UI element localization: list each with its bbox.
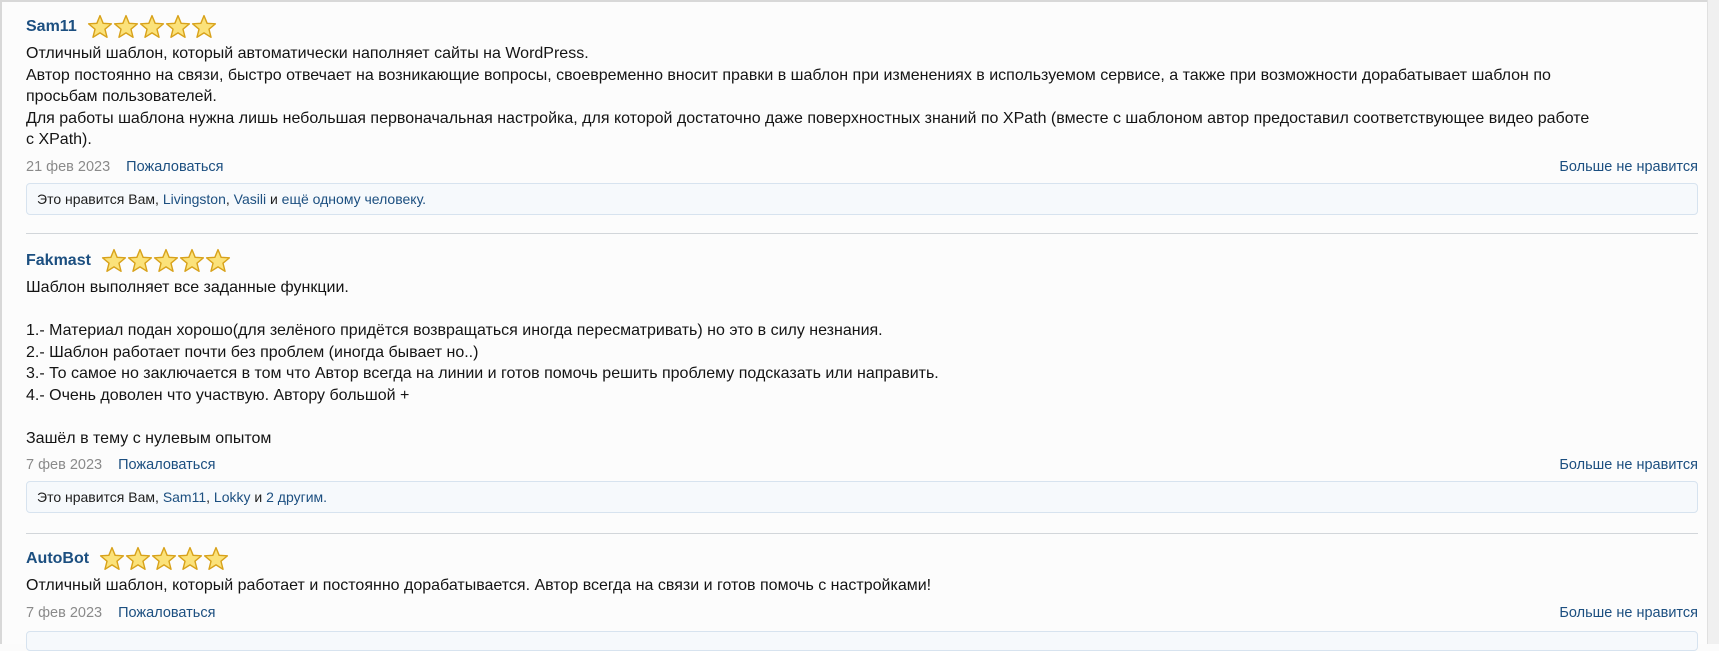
unlike-link[interactable]: Больше не нравится: [1559, 454, 1698, 476]
review-header: Fakmast: [26, 248, 1698, 274]
review-item: Fakmast Шаблон выполняет все заданные фу…: [26, 248, 1698, 513]
rating-stars: [87, 14, 217, 40]
review-line: 4.- Очень доволен что участвую. Автору б…: [26, 386, 410, 404]
review-text: Отличный шаблон, который работает и пост…: [26, 575, 1698, 597]
review-item: AutoBot Отличный шаблон, который работае…: [26, 546, 1698, 624]
liker-link[interactable]: Lokky: [214, 489, 251, 505]
review-item: Sam11 Отличный шаблон, который автоматич…: [26, 14, 1698, 215]
review-line: с XPath).: [26, 131, 92, 148]
review-meta: 21 фев 2023 Пожаловаться Больше не нрави…: [26, 156, 1698, 178]
author-link[interactable]: AutoBot: [26, 549, 89, 569]
review-divider: [26, 233, 1698, 234]
review-header: AutoBot: [26, 546, 1698, 572]
liker-link[interactable]: Vasili: [234, 191, 266, 207]
review-date: 7 фев 2023: [26, 457, 103, 473]
star-icon: [165, 14, 190, 38]
likes-others-link[interactable]: ещё одному человеку.: [282, 191, 426, 207]
review-line: Отличный шаблон, который автоматически н…: [26, 45, 589, 62]
review-line: Зашёл в тему с нулевым опытом: [26, 429, 272, 447]
rating-stars: [101, 248, 231, 274]
likes-prefix: Это нравится Вам,: [37, 489, 159, 505]
review-meta: 7 фев 2023 Пожаловаться Больше не нравит…: [26, 602, 1698, 624]
review-line: просьбам пользователей.: [26, 88, 217, 105]
review-date: 7 фев 2023: [26, 604, 103, 621]
review-line: [26, 299, 1698, 321]
unlike-link[interactable]: Больше не нравится: [1559, 602, 1698, 624]
star-icon: [100, 546, 125, 570]
review-line: Отличный шаблон, который работает и пост…: [26, 577, 932, 594]
review-line: [26, 406, 1698, 428]
likes-bar: [26, 631, 1698, 651]
star-icon: [139, 14, 164, 38]
star-icon: [126, 546, 151, 570]
rating-stars: [99, 546, 229, 572]
review-header: Sam11: [26, 14, 1698, 40]
author-link[interactable]: Fakmast: [26, 251, 91, 271]
unlike-link[interactable]: Больше не нравится: [1559, 156, 1698, 178]
review-date: 21 фев 2023: [26, 158, 111, 175]
author-link[interactable]: Sam11: [26, 17, 77, 37]
liker-link[interactable]: Livingston: [163, 191, 226, 207]
scrollbar-track[interactable]: [1707, 0, 1719, 644]
review-text: Отличный шаблон, который автоматически н…: [26, 43, 1698, 151]
review-line: Автор постоянно на связи, быстро отвечае…: [26, 66, 1551, 84]
star-icon: [101, 248, 127, 272]
review-text: Шаблон выполняет все заданные функции. 1…: [26, 277, 1698, 449]
likes-bar: Это нравится Вам, Sam11, Lokky и 2 други…: [26, 481, 1698, 513]
review-line: 2.- Шаблон работает почти без проблем (и…: [26, 343, 479, 361]
report-link[interactable]: Пожаловаться: [118, 457, 215, 473]
star-icon: [87, 14, 112, 38]
review-divider: [26, 533, 1698, 534]
review-meta: 7 фев 2023 Пожаловаться Больше не нравит…: [26, 454, 1698, 476]
star-icon: [113, 14, 138, 38]
likes-connector: и: [254, 489, 263, 505]
star-icon: [178, 546, 203, 570]
likes-others-link[interactable]: 2 другим.: [266, 489, 327, 505]
liker-link[interactable]: Sam11: [163, 489, 206, 505]
star-icon: [204, 546, 229, 570]
review-line: Для работы шаблона нужна лишь небольшая …: [26, 109, 1590, 127]
likes-bar: Это нравится Вам, Livingston, Vasili и е…: [26, 182, 1698, 215]
review-line: Шаблон выполняет все заданные функции.: [26, 279, 349, 296]
review-line: 3.- То самое но заключается в том что Ав…: [26, 365, 939, 382]
report-link[interactable]: Пожаловаться: [126, 159, 223, 175]
star-icon: [127, 248, 153, 272]
star-icon: [153, 248, 179, 272]
review-line: 1.- Материал подан хорошо(для зелёного п…: [26, 322, 883, 339]
star-icon: [152, 546, 177, 570]
star-icon: [179, 248, 205, 272]
star-icon: [191, 14, 216, 38]
likes-prefix: Это нравится Вам,: [37, 190, 159, 207]
report-link[interactable]: Пожаловаться: [118, 605, 215, 621]
likes-connector: и: [269, 190, 278, 207]
star-icon: [205, 248, 231, 272]
